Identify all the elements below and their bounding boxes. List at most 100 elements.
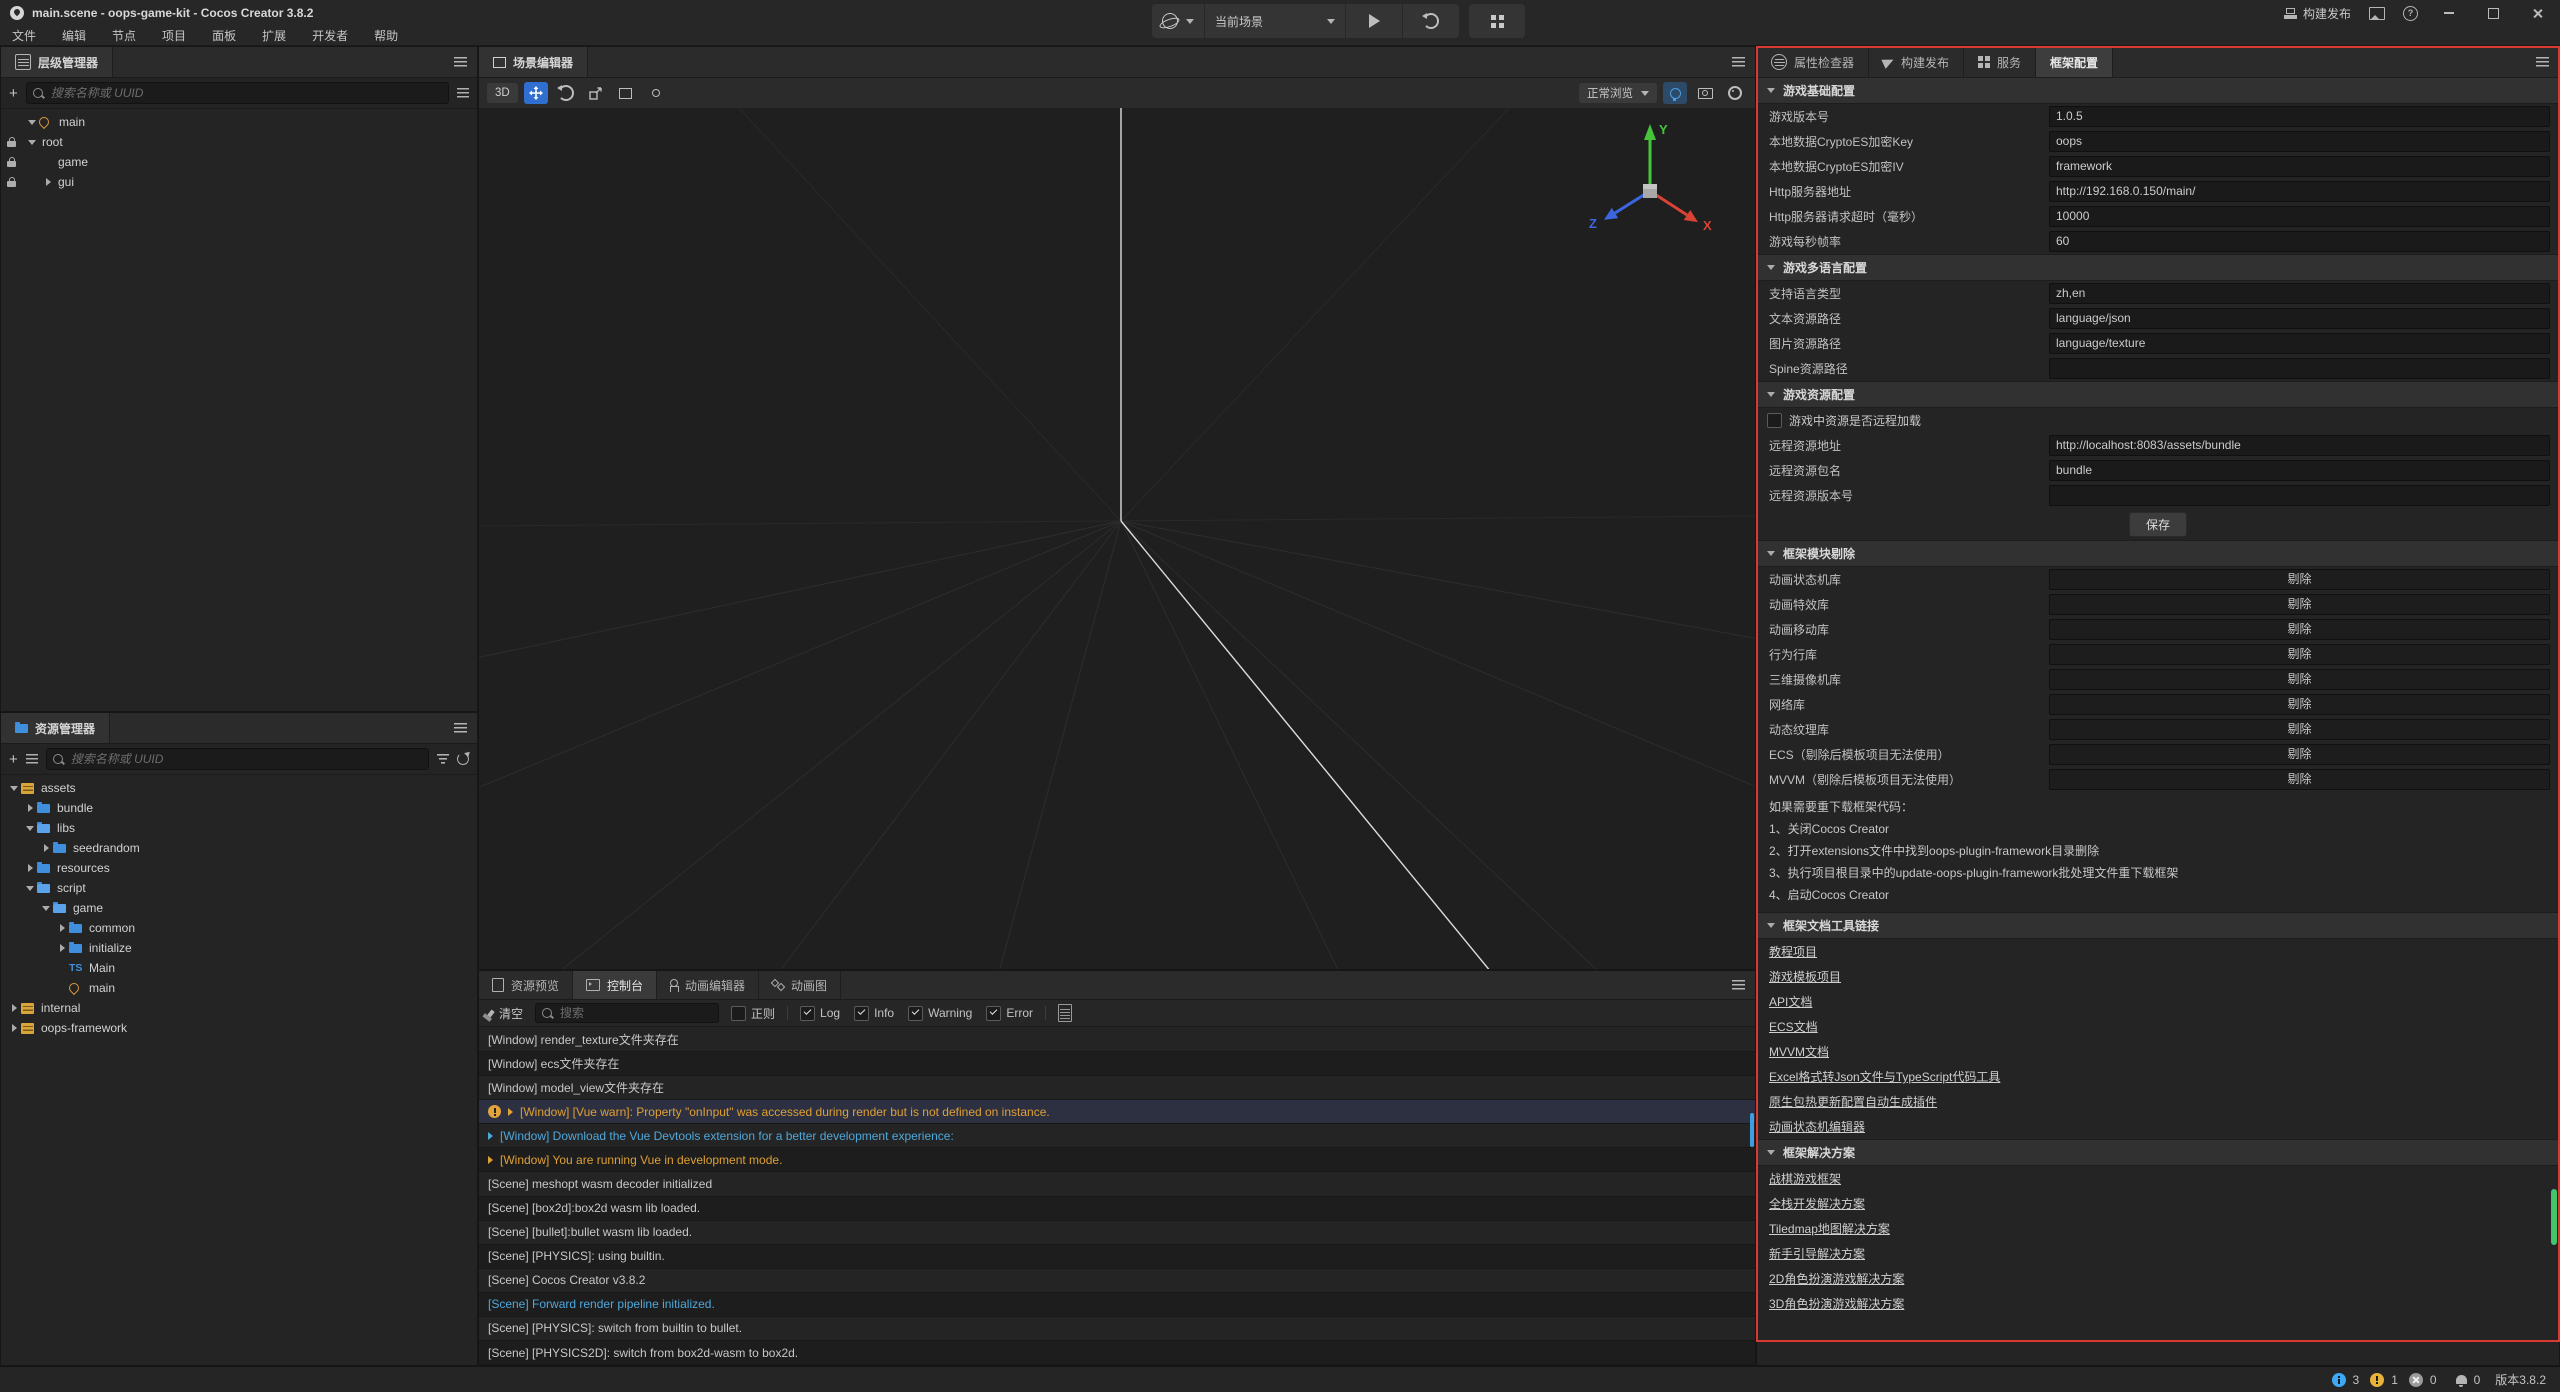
doc-link[interactable]: 动画状态机编辑器 — [1769, 1118, 1865, 1135]
tree-expand-arrow[interactable] — [55, 944, 69, 952]
config-tab-属性检查器[interactable]: 属性检查器 — [1757, 47, 1869, 77]
doc-link[interactable]: Tiledmap地图解决方案 — [1769, 1220, 1890, 1237]
asset-node[interactable]: resources — [1, 858, 477, 878]
doc-link[interactable]: 原生包热更新配置自动生成插件 — [1769, 1093, 1937, 1110]
remove-module-button[interactable]: 剔除 — [2049, 644, 2550, 665]
help-icon[interactable]: ? — [2403, 6, 2418, 21]
asset-node[interactable]: oops-framework — [1, 1018, 477, 1038]
doc-link[interactable]: Excel格式转Json文件与TypeScript代码工具 — [1769, 1068, 2000, 1085]
menu-item[interactable]: 编辑 — [62, 27, 86, 44]
filter-log-checkbox[interactable]: Log — [800, 1006, 840, 1021]
play-button[interactable] — [1346, 4, 1402, 38]
open-log-file-icon[interactable] — [1058, 1004, 1072, 1022]
log-row[interactable]: [Scene] [PHYSICS]: switch from builtin t… — [479, 1317, 1755, 1341]
filter-assets-icon[interactable] — [437, 754, 449, 764]
doc-link[interactable]: 全栈开发解决方案 — [1769, 1195, 1865, 1212]
tree-expand-arrow[interactable] — [23, 804, 37, 812]
tree-expand-arrow[interactable] — [25, 140, 39, 145]
menu-item[interactable]: 扩展 — [262, 27, 286, 44]
tree-expand-arrow[interactable] — [23, 886, 37, 891]
field-input[interactable]: oops — [2049, 131, 2550, 152]
asset-node[interactable]: common — [1, 918, 477, 938]
refresh-assets-icon[interactable] — [457, 753, 469, 765]
scene-settings-button[interactable] — [1723, 82, 1747, 104]
log-row[interactable]: [Scene] [PHYSICS]: using builtin. — [479, 1245, 1755, 1269]
collapse-all-icon[interactable] — [457, 88, 469, 98]
remove-module-button[interactable]: 剔除 — [2049, 569, 2550, 590]
field-input[interactable]: language/texture — [2049, 333, 2550, 354]
dimension-toggle-button[interactable]: 3D — [487, 83, 518, 103]
remove-module-button[interactable]: 剔除 — [2049, 619, 2550, 640]
filter-warning-checkbox[interactable]: Warning — [908, 1006, 972, 1021]
preview-qr-button[interactable] — [1469, 4, 1525, 38]
field-input[interactable]: zh,en — [2049, 283, 2550, 304]
section-header[interactable]: 框架模块剔除 — [1757, 540, 2559, 567]
lighting-toggle-button[interactable] — [1663, 82, 1687, 104]
log-row[interactable]: [Window] model_view文件夹存在 — [479, 1076, 1755, 1100]
tree-expand-arrow[interactable] — [39, 906, 53, 911]
log-row[interactable]: [Window] [Vue warn]: Property "onInput" … — [479, 1100, 1755, 1124]
console-scrollbar[interactable] — [1750, 1113, 1754, 1147]
log-row[interactable]: [Scene] Forward render pipeline initiali… — [479, 1293, 1755, 1317]
hierarchy-search-input[interactable] — [49, 85, 442, 101]
asset-node[interactable]: assets — [1, 778, 477, 798]
tree-expand-arrow[interactable] — [23, 864, 37, 872]
tree-expand-arrow[interactable] — [39, 844, 53, 852]
doc-link[interactable]: ECS文档 — [1769, 1018, 1818, 1035]
console-menu-icon[interactable] — [1732, 980, 1745, 990]
field-input[interactable] — [2049, 485, 2550, 506]
menu-item[interactable]: 帮助 — [374, 27, 398, 44]
log-row[interactable]: [Scene] [PHYSICS2D]: switch from box2d-w… — [479, 1341, 1755, 1365]
log-row[interactable]: [Window] ecs文件夹存在 — [479, 1052, 1755, 1076]
tree-expand-arrow[interactable] — [7, 1024, 21, 1032]
doc-link[interactable]: API文档 — [1769, 993, 1812, 1010]
asset-node[interactable]: seedrandom — [1, 838, 477, 858]
hierarchy-search[interactable] — [26, 82, 449, 104]
section-header[interactable]: 框架文档工具链接 — [1757, 912, 2559, 939]
tree-expand-arrow[interactable] — [41, 178, 55, 186]
tree-expand-arrow[interactable] — [25, 120, 39, 125]
tab-scene[interactable]: 场景编辑器 — [479, 47, 588, 77]
axis-gizmo[interactable]: Y X Z — [1575, 116, 1725, 256]
tree-expand-arrow[interactable] — [55, 924, 69, 932]
hierarchy-node[interactable]: game — [1, 152, 477, 172]
remove-module-button[interactable]: 剔除 — [2049, 694, 2550, 715]
remote-load-checkbox[interactable] — [1767, 413, 1782, 428]
tree-expand-arrow[interactable] — [7, 1004, 21, 1012]
asset-node[interactable]: internal — [1, 998, 477, 1018]
info-count-icon[interactable] — [2332, 1373, 2346, 1387]
log-row[interactable]: [Window] Download the Vue Devtools exten… — [479, 1124, 1755, 1148]
field-input[interactable] — [2049, 358, 2550, 379]
filter-error-checkbox[interactable]: Error — [986, 1006, 1033, 1021]
section-header[interactable]: 游戏资源配置 — [1757, 381, 2559, 408]
field-input[interactable]: bundle — [2049, 460, 2550, 481]
console-search-input[interactable] — [558, 1005, 712, 1021]
error-count-icon[interactable] — [2409, 1373, 2423, 1387]
asset-node[interactable]: script — [1, 878, 477, 898]
expand-arrow-icon[interactable] — [488, 1132, 493, 1140]
assets-search[interactable] — [46, 748, 429, 770]
expand-arrow-icon[interactable] — [488, 1156, 493, 1164]
hierarchy-node[interactable]: main — [1, 112, 477, 132]
filter-info-checkbox[interactable]: Info — [854, 1006, 894, 1021]
field-input[interactable]: framework — [2049, 156, 2550, 177]
anchor-tool-button[interactable] — [644, 82, 668, 104]
asset-node[interactable]: main — [1, 978, 477, 998]
asset-node[interactable]: bundle — [1, 798, 477, 818]
asset-node[interactable]: game — [1, 898, 477, 918]
scene-menu-icon[interactable] — [1732, 57, 1745, 67]
assets-search-input[interactable] — [69, 751, 422, 767]
hierarchy-menu-icon[interactable] — [454, 57, 467, 67]
bell-icon[interactable] — [2456, 1375, 2467, 1384]
rect-tool-button[interactable] — [614, 82, 638, 104]
save-button[interactable]: 保存 — [2129, 512, 2187, 537]
sort-assets-icon[interactable] — [26, 754, 38, 764]
add-node-button[interactable]: + — [9, 86, 18, 101]
build-publish-button[interactable]: 构建发布 — [2284, 5, 2351, 22]
menu-item[interactable]: 节点 — [112, 27, 136, 44]
remove-module-button[interactable]: 剔除 — [2049, 769, 2550, 790]
remove-module-button[interactable]: 剔除 — [2049, 669, 2550, 690]
field-input[interactable]: http://localhost:8083/assets/bundle — [2049, 435, 2550, 456]
section-header[interactable]: 框架解决方案 — [1757, 1139, 2559, 1166]
log-row[interactable]: [Scene] [box2d]:box2d wasm lib loaded. — [479, 1197, 1755, 1221]
